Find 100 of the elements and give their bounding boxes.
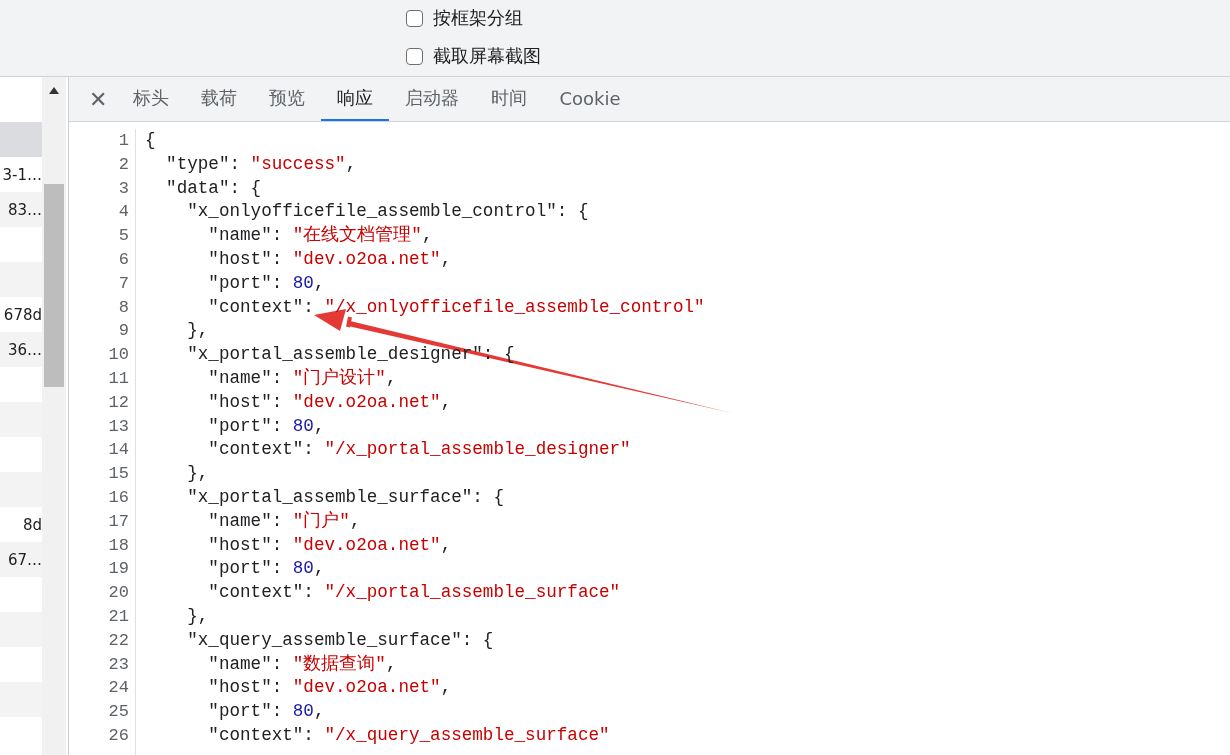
code-text: "host": — [207, 248, 284, 271]
number-value: 80 — [292, 700, 314, 724]
code-text: }, — [186, 604, 209, 628]
code-text: }, — [186, 319, 209, 343]
tab[interactable]: 时间 — [475, 77, 544, 121]
tab[interactable]: 载荷 — [185, 77, 254, 121]
code-text: , — [313, 700, 325, 724]
code-text: , — [349, 509, 361, 533]
line-number: 21 — [108, 605, 129, 628]
string-value: "/x_portal_assemble_designer" — [324, 438, 631, 462]
string-value: "门户设计" — [292, 366, 386, 390]
tab[interactable]: 响应 — [321, 77, 390, 121]
tab[interactable]: 预览 — [253, 77, 322, 121]
line-number: 10 — [108, 344, 129, 367]
request-row[interactable]: 36… — [0, 332, 42, 367]
code-text: "host": — [207, 533, 284, 557]
request-name[interactable]: 3-1… — [2, 165, 42, 184]
line-number: 9 — [118, 320, 129, 343]
request-row[interactable]: 67… — [0, 542, 42, 577]
code-text: , — [313, 557, 325, 581]
line-number: 4 — [118, 201, 129, 224]
tab[interactable]: Cookie — [543, 77, 637, 121]
checkbox-label[interactable]: 截取屏幕截图 — [433, 44, 541, 68]
code-text: , — [345, 152, 357, 176]
line-number: 11 — [108, 367, 129, 390]
line-number: 12 — [108, 391, 129, 414]
code-text: , — [421, 224, 433, 248]
code-text: "x_query_assemble_surface": { — [186, 628, 494, 652]
line-number: 20 — [108, 582, 129, 605]
code-text: "context": — [207, 581, 315, 605]
code-text: "name": — [207, 366, 284, 390]
code-text: "x_portal_assemble_designer": { — [186, 343, 515, 367]
line-number: 13 — [108, 415, 129, 438]
code-text: , — [440, 533, 452, 557]
code-text: "host": — [207, 390, 284, 414]
line-number: 26 — [108, 724, 129, 747]
line-number: 3 — [118, 177, 129, 200]
line-number: 7 — [118, 272, 129, 295]
code-text: "data": { — [165, 176, 262, 200]
scroll-up-icon[interactable] — [49, 87, 59, 94]
code-text: , — [440, 390, 452, 414]
string-value: "数据查询" — [292, 652, 386, 676]
string-value: "/x_portal_assemble_surface" — [324, 581, 621, 605]
request-name[interactable]: 8d — [22, 515, 42, 534]
code-text: }, — [186, 462, 209, 486]
line-number: 2 — [118, 153, 129, 176]
code-text: "context": — [207, 295, 315, 319]
line-number: 17 — [108, 510, 129, 533]
string-value: "/x_query_assemble_surface" — [324, 723, 610, 747]
code-text: , — [385, 652, 397, 676]
string-value: "门户" — [292, 509, 350, 533]
line-number: 5 — [118, 225, 129, 248]
string-value: "dev.o2oa.net" — [292, 390, 441, 414]
string-value: "dev.o2oa.net" — [292, 533, 441, 557]
line-number: 18 — [108, 534, 129, 557]
line-number: 23 — [108, 653, 129, 676]
code-text: , — [440, 248, 452, 271]
tab[interactable]: 标头 — [117, 77, 186, 121]
tab[interactable]: 启动器 — [389, 77, 476, 121]
line-number: 24 — [108, 677, 129, 700]
string-value: "success" — [250, 152, 346, 176]
line-number: 8 — [118, 296, 129, 319]
code-text: "port": — [207, 557, 284, 581]
checkbox-label[interactable]: 按框架分组 — [433, 6, 523, 30]
line-number: 16 — [108, 486, 129, 509]
string-value: "dev.o2oa.net" — [292, 676, 441, 700]
code-text: "x_onlyofficefile_assemble_control": { — [186, 200, 589, 224]
string-value: "dev.o2oa.net" — [292, 248, 441, 271]
close-button[interactable]: ✕ — [85, 77, 118, 121]
line-number: 22 — [108, 629, 129, 652]
code-text: , — [313, 414, 325, 438]
code-text: "x_portal_assemble_surface": { — [186, 485, 504, 509]
request-name[interactable]: 678d — [3, 305, 42, 324]
code-text: , — [440, 676, 452, 700]
line-number: 15 — [108, 463, 129, 486]
code-text: "name": — [207, 652, 284, 676]
string-value: "/x_onlyofficefile_assemble_control" — [324, 295, 705, 319]
code-text: "context": — [207, 723, 315, 747]
request-row[interactable]: 83… — [0, 192, 42, 227]
request-row[interactable] — [0, 122, 42, 157]
scrollbar-thumb[interactable] — [44, 184, 64, 387]
number-value: 80 — [292, 557, 314, 581]
code-text: , — [385, 366, 397, 390]
string-value: "在线文档管理" — [292, 224, 422, 248]
code-text: { — [145, 129, 156, 152]
code-text: "port": — [207, 700, 284, 724]
line-number: 19 — [108, 558, 129, 581]
code-text: "type": — [165, 152, 242, 176]
scrollbar[interactable] — [42, 77, 66, 755]
line-number: 14 — [108, 439, 129, 462]
code-text: "port": — [207, 271, 284, 295]
line-number: 1 — [118, 130, 129, 152]
line-number: 6 — [118, 249, 129, 271]
number-value: 80 — [292, 414, 314, 438]
code-text: "name": — [207, 224, 284, 248]
code-text: "name": — [207, 509, 284, 533]
checkbox[interactable] — [406, 47, 423, 65]
number-value: 80 — [292, 271, 314, 295]
checkbox[interactable] — [406, 9, 423, 27]
code-text: "context": — [207, 438, 315, 462]
